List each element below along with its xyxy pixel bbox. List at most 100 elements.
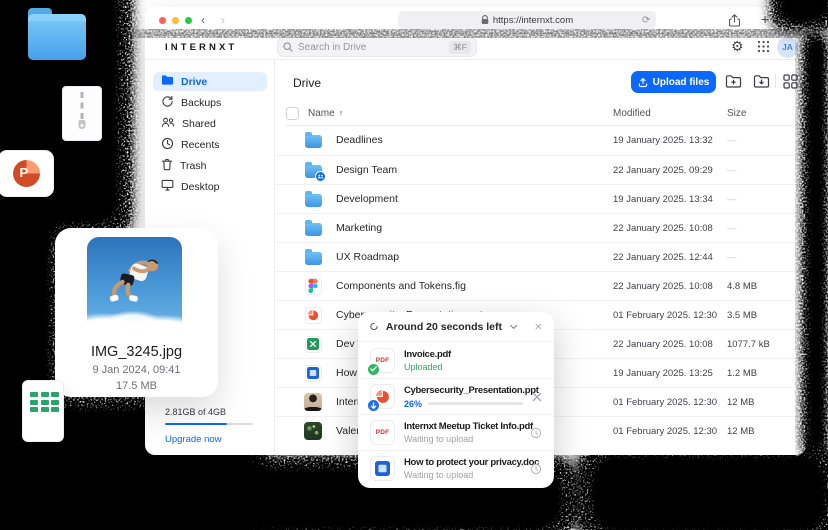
row-modified: 01 February 2025. 12:30 bbox=[613, 397, 717, 408]
storage-usage: 2.81GB of 4GB bbox=[165, 407, 260, 417]
table-row[interactable]: Design Team22 January 2025. 09:29— bbox=[275, 155, 806, 184]
popup-header: Around 20 seconds left bbox=[358, 312, 554, 342]
folder-icon bbox=[305, 252, 322, 265]
zoom-window-button[interactable] bbox=[185, 17, 192, 24]
grid-view-icon[interactable] bbox=[783, 74, 800, 89]
chevron-down-icon[interactable] bbox=[510, 323, 517, 331]
upload-item-name: Cybersecurity_Presentation.ppt bbox=[404, 385, 523, 396]
sidebar-item-recents[interactable]: Recents bbox=[153, 135, 267, 154]
lock-icon bbox=[481, 15, 489, 25]
url-text: https://internxt.com bbox=[493, 15, 573, 26]
row-modified: 22 January 2025. 10:08 bbox=[613, 223, 713, 234]
shared-folder-icon bbox=[305, 165, 322, 178]
back-icon[interactable]: ‹ bbox=[201, 13, 205, 27]
row-name: Design Team bbox=[336, 164, 397, 176]
spinner-icon bbox=[370, 320, 378, 333]
sidebar-item-trash[interactable]: Trash bbox=[153, 156, 267, 175]
minimize-window-button[interactable] bbox=[172, 17, 179, 24]
photo-preview-card: IMG_3245.jpg 9 Jan 2024, 09:41 17.5 MB bbox=[55, 228, 218, 397]
breadcrumb: Drive bbox=[293, 76, 321, 90]
uploading-arrow-icon bbox=[367, 399, 380, 412]
row-size: — bbox=[727, 223, 737, 234]
upload-files-button[interactable]: Upload files bbox=[631, 71, 716, 93]
row-modified: 22 January 2025. 09:29 bbox=[613, 165, 713, 176]
upload-item-name: Internxt Meetup Ticket Info.pdf bbox=[404, 421, 521, 432]
upload-item: PDF Internxt Meetup Ticket Info.pdf Waitin… bbox=[358, 414, 554, 450]
storage-bar-fill bbox=[165, 423, 227, 425]
storage-widget: 2.81GB of 4GB Upgrade now bbox=[165, 407, 260, 445]
column-name[interactable]: Name↑ bbox=[308, 108, 343, 119]
share-icon[interactable] bbox=[729, 14, 740, 32]
row-name: Marketing bbox=[336, 222, 382, 234]
photo-thumbnail bbox=[304, 393, 322, 411]
table-row[interactable]: Marketing 22 January 2025. 10:08 — bbox=[275, 213, 806, 242]
photo-filename: IMG_3245.jpg bbox=[55, 344, 218, 360]
file-type-icon: PDF bbox=[370, 420, 395, 445]
upload-files-label: Upload files bbox=[653, 77, 710, 88]
upload-icon bbox=[638, 77, 648, 88]
row-name: Components and Tokens.fig bbox=[336, 280, 466, 292]
new-folder-icon[interactable] bbox=[725, 74, 742, 89]
upload-item-name: Invoice.pdf bbox=[404, 349, 542, 360]
file-type-icon bbox=[370, 456, 395, 481]
new-tab-icon[interactable]: + bbox=[761, 13, 769, 25]
storage-bar bbox=[165, 423, 253, 425]
column-size[interactable]: Size bbox=[727, 108, 746, 119]
upload-percent: 26% bbox=[404, 399, 422, 409]
close-window-button[interactable] bbox=[159, 17, 166, 24]
backups-icon bbox=[161, 95, 174, 111]
sidebar-item-label: Drive bbox=[181, 76, 207, 88]
column-modified[interactable]: Modified bbox=[613, 108, 651, 119]
move-folder-icon[interactable] bbox=[753, 74, 770, 89]
upgrade-link[interactable]: Upgrade now bbox=[165, 434, 260, 445]
sidebar-item-desktop[interactable]: Desktop bbox=[153, 177, 267, 196]
apps-grid-icon[interactable] bbox=[757, 40, 770, 58]
row-modified: 01 February 2025. 12:30 bbox=[613, 310, 717, 321]
search-placeholder: Search in Drive bbox=[298, 42, 444, 53]
sidebar-item-shared[interactable]: Shared bbox=[153, 114, 267, 133]
close-icon[interactable] bbox=[535, 321, 542, 332]
sidebar-item-drive[interactable]: Drive bbox=[153, 72, 267, 91]
shared-icon bbox=[161, 116, 175, 131]
sidebar-nav: Drive Backups Shared Recents Trash Desktop bbox=[153, 72, 267, 198]
app-header: INTERNXT Search in Drive ⌘F ⚙ JA bbox=[145, 34, 806, 60]
row-size: — bbox=[727, 252, 737, 263]
row-size: 12 MB bbox=[727, 397, 754, 408]
internxt-logo: INTERNXT bbox=[165, 42, 237, 53]
file-type-icon: PDF bbox=[370, 348, 395, 373]
table-row[interactable]: Development19 January 2025. 13:34— bbox=[275, 184, 806, 213]
cancel-upload-icon[interactable] bbox=[532, 392, 542, 402]
search-input[interactable]: Search in Drive ⌘F bbox=[277, 37, 477, 57]
gear-icon[interactable]: ⚙ bbox=[731, 38, 744, 54]
row-modified: 19 January 2025. 13:34 bbox=[613, 194, 713, 205]
row-modified: 22 January 2025. 12:44 bbox=[613, 252, 713, 263]
sidebar-item-label: Shared bbox=[182, 118, 216, 130]
file-type-icon bbox=[370, 384, 395, 409]
sidebar-item-label: Trash bbox=[180, 160, 206, 172]
sort-ascending-icon: ↑ bbox=[339, 108, 344, 118]
sidebar-item-label: Desktop bbox=[181, 181, 220, 193]
jumping-person bbox=[101, 253, 169, 307]
row-modified: 22 January 2025. 10:08 bbox=[613, 281, 713, 292]
table-row[interactable]: Deadlines19 January 2025. 13:32— bbox=[275, 126, 806, 155]
waiting-clock-icon bbox=[530, 463, 542, 475]
marketing-canvas: ‹ › https://internxt.com ⟳ + INTERNXT Se… bbox=[0, 0, 828, 530]
select-all-checkbox[interactable] bbox=[286, 107, 299, 120]
search-icon bbox=[283, 42, 293, 52]
row-size: 4.8 MB bbox=[727, 281, 757, 292]
table-row[interactable]: UX Roadmap 22 January 2025. 12:44 — bbox=[275, 242, 806, 271]
sidebar-item-backups[interactable]: Backups bbox=[153, 93, 267, 112]
search-shortcut: ⌘F bbox=[449, 41, 471, 54]
row-size: 3.5 MB bbox=[727, 310, 757, 321]
browser-chrome: ‹ › https://internxt.com ⟳ + bbox=[145, 7, 806, 34]
avatar[interactable]: JA bbox=[777, 37, 798, 58]
table-row[interactable]: Components and Tokens.fig 22 January 2025… bbox=[275, 271, 806, 300]
trash-icon bbox=[161, 158, 173, 174]
address-bar[interactable]: https://internxt.com bbox=[398, 11, 656, 29]
row-name: UX Roadmap bbox=[336, 251, 399, 263]
upload-status: Waiting to upload bbox=[404, 434, 521, 444]
forward-icon[interactable]: › bbox=[221, 13, 225, 27]
popup-item-list: PDFInvoice.pdfUploadedCybersecurity_Pres… bbox=[358, 342, 554, 486]
powerpoint-icon: P bbox=[0, 150, 54, 197]
row-size: 1077.7 kB bbox=[727, 339, 770, 350]
